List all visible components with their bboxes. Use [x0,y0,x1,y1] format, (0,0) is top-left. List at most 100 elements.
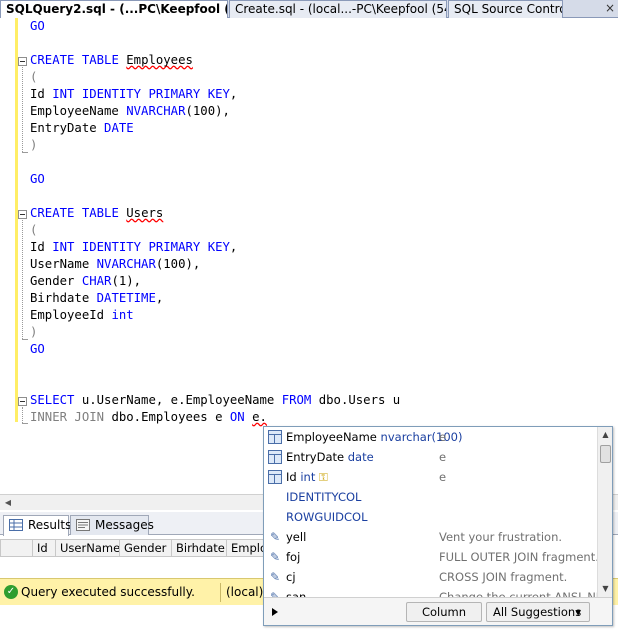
completion-item[interactable]: ✎ foj FULL OUTER JOIN fragment. [264,547,597,567]
grid-column-header[interactable]: Id [33,539,56,557]
code-token: NVARCHAR [126,104,186,118]
code-line[interactable]: GO [30,18,400,35]
outline-guide [22,220,23,339]
code-token: , [155,291,164,305]
completion-item[interactable]: ROWGUIDCOL [264,507,597,527]
code-line[interactable]: GO [30,341,400,358]
collapse-icon[interactable] [18,397,27,406]
completion-label: foj [286,550,301,564]
code-token: UserName [30,257,97,271]
code-token: CREATE [30,206,75,220]
code-line[interactable] [30,35,400,52]
tab-sqlquery2[interactable]: SQLQuery2.sql - (...PC\Keepfool (55))* [0,0,228,18]
code-line[interactable]: EntryDate DATE [30,120,400,137]
grid-column-header[interactable]: Birhdate [172,539,227,557]
completion-item[interactable]: Id int ⚿ e [264,467,597,487]
code-line[interactable]: CREATE TABLE Users [30,205,400,222]
tab-messages[interactable]: Messages [70,515,154,535]
code-line[interactable]: INNER JOIN dbo.Employees e ON e. [30,409,400,426]
scroll-up-icon[interactable]: ▲ [601,429,610,441]
grid-column-header[interactable]: Employ [227,539,267,557]
tab-sql-source-control[interactable]: SQL Source Control [448,0,563,18]
sql-code[interactable]: GO CREATE TABLE Employees(Id INT IDENTIT… [30,18,400,426]
column-icon [268,430,282,444]
completion-description: Change the current ANSI_NUL [439,590,597,597]
code-token: Id [30,87,53,101]
code-line[interactable]: Id INT IDENTITY PRIMARY KEY, [30,239,400,256]
scroll-left-icon[interactable]: ◀ [2,497,14,508]
code-line[interactable]: Gender CHAR(1), [30,273,400,290]
completion-item[interactable]: ✎ cj CROSS JOIN fragment. [264,567,597,587]
scroll-thumb[interactable] [600,445,611,463]
code-line[interactable] [30,358,400,375]
code-line[interactable]: EmployeeId int [30,307,400,324]
close-icon[interactable]: × [602,0,618,18]
code-token: EntryDate [30,121,105,135]
code-token: (1), [111,274,142,288]
code-token: GO [30,172,45,186]
intellisense-popup[interactable]: EmployeeName nvarchar(100) e EntryDate dat… [263,426,613,626]
completion-label: Id [286,470,297,484]
completion-description: Vent your frustration. [439,530,563,544]
column-picker-button[interactable]: Column Picker [406,602,482,625]
completion-type: date [347,450,374,464]
query-editor[interactable]: GO CREATE TABLE Employees(Id INT IDENTIT… [0,18,618,494]
tab-results[interactable]: Results [3,515,71,536]
completion-name: cj [286,567,296,587]
completion-item[interactable]: ✎ san Change the current ANSI_NUL [264,587,597,597]
tab-create-sql[interactable]: Create.sql - (local...-PC\Keepfool (54))… [229,0,447,18]
collapse-icon[interactable] [18,57,27,66]
code-token: INNER JOIN [30,410,105,424]
code-line[interactable] [30,375,400,392]
code-line[interactable] [30,188,400,205]
completion-label: yell [286,530,307,544]
code-line[interactable] [30,154,400,171]
all-suggestions-dropdown[interactable]: All Suggestions ▾ [486,602,590,622]
scroll-down-icon[interactable]: ▼ [601,583,610,595]
code-token: u.UserName, e.EmployeeName [74,393,282,407]
tab-label: SQLQuery2.sql - (...PC\Keepfool (55))* [6,2,227,16]
code-token: Employees [126,53,193,67]
code-token: IDENTITY PRIMARY KEY [81,240,230,254]
change-tracking-bar [15,18,18,422]
completion-scrollbar[interactable]: ▲ ▼ [597,427,612,597]
code-line[interactable]: ( [30,222,400,239]
code-token: SELECT [30,393,75,407]
tab-label: SQL Source Control [454,2,563,16]
completion-description: FULL OUTER JOIN fragment. [439,550,597,564]
grid-column-header[interactable]: Gender [120,539,172,557]
snippet-icon: ✎ [269,570,281,584]
code-token: ( [30,223,38,237]
collapse-icon[interactable] [18,210,27,219]
code-token: (100), [155,257,201,271]
code-line[interactable]: Id INT IDENTITY PRIMARY KEY, [30,86,400,103]
grid-icon [9,519,23,531]
grid-column-header[interactable]: UserName [56,539,120,557]
code-line[interactable]: SELECT u.UserName, e.EmployeeName FROM d… [30,392,400,409]
code-line[interactable]: ) [30,137,400,154]
tab-label: Messages [95,518,154,532]
completion-item[interactable]: EmployeeName nvarchar(100) e [264,427,597,447]
row-selector-header[interactable] [0,539,33,557]
code-token: int [111,308,134,322]
code-token: CREATE [30,53,75,67]
document-tab-bar: SQLQuery2.sql - (...PC\Keepfool (55))* C… [0,0,618,18]
outline-guide [22,67,23,152]
completion-item[interactable]: ✎ yell Vent your frustration. [264,527,597,547]
code-line[interactable]: ( [30,69,400,86]
code-line[interactable]: EmployeeName NVARCHAR(100), [30,103,400,120]
code-line[interactable]: CREATE TABLE Employees [30,52,400,69]
outline-end [22,423,28,424]
code-token: GO [30,342,45,356]
completion-item[interactable]: IDENTITYCOL [264,487,597,507]
code-token: , [229,240,238,254]
code-line[interactable]: GO [30,171,400,188]
completion-list[interactable]: EmployeeName nvarchar(100) e EntryDate dat… [264,427,597,597]
code-line[interactable]: Birhdate DATETIME, [30,290,400,307]
completion-label: ROWGUIDCOL [286,510,368,524]
code-line[interactable]: UserName NVARCHAR(100), [30,256,400,273]
code-token: EmployeeName [30,104,127,118]
completion-item[interactable]: EntryDate date e [264,447,597,467]
play-icon[interactable] [272,608,278,616]
code-line[interactable]: ) [30,324,400,341]
